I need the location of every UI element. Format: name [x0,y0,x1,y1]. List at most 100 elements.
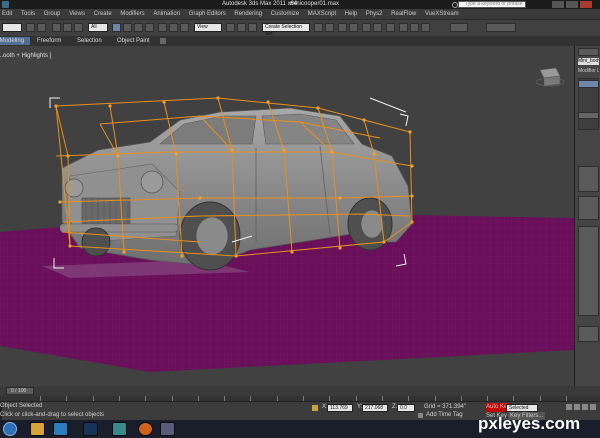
graphite-toggle-icon[interactable] [349,23,358,32]
prev-frame-icon[interactable] [574,404,580,410]
redo-icon[interactable] [37,23,46,32]
taskbar-app-icon[interactable] [160,422,175,436]
tab-graphite-modeling[interactable]: Graphite Modeling Tools [0,37,30,45]
command-panel: Mini_body Modifier List [574,46,600,402]
menu-item-views[interactable]: Views [69,10,85,19]
schematic-view-icon[interactable] [373,23,382,32]
viewcube[interactable] [535,67,565,87]
auto-key-selection-dropdown[interactable]: Selected [506,404,538,412]
menu-item-animation[interactable]: Animation [153,10,180,19]
material-editor-icon[interactable] [386,23,395,32]
rollout-set-points[interactable] [578,326,599,342]
window-crossing-icon[interactable] [145,23,154,32]
x-coordinate-field[interactable]: 113.769 [327,404,353,412]
menu-item-edit[interactable]: Edit [2,10,12,19]
menu-item-realflow[interactable]: RealFlow [391,10,416,19]
minimize-button[interactable] [552,1,564,8]
pivot-icon[interactable] [226,23,235,32]
pxleyes-watermark: pxleyes.com [478,414,581,433]
stack-item-editable[interactable] [578,112,599,119]
explorer-icon[interactable] [30,422,45,436]
search-icon[interactable] [452,2,458,8]
menu-item-customize[interactable]: Customize [271,10,299,19]
tab-freeform[interactable]: Freeform [34,37,64,45]
maximize-button[interactable] [566,1,578,8]
menu-item-phys2[interactable]: Phys2 [366,10,383,19]
tab-selection[interactable]: Selection [74,37,105,45]
rollout-control-points[interactable] [578,226,599,316]
close-button[interactable] [580,1,592,8]
start-button-icon[interactable] [3,422,17,436]
scale-icon[interactable] [180,23,189,32]
menu-item-tools[interactable]: Tools [21,10,35,19]
menu-bar: Edit Tools Group Views Create Modifiers … [0,9,600,19]
prompt-line: Click or click-and-drag to select object… [0,412,105,418]
selection-filter-dropdown[interactable]: All [88,23,108,32]
align-icon[interactable] [325,23,334,32]
search-placeholder: Type a keyword or phrase [465,1,523,7]
rotate-icon[interactable] [169,23,178,32]
menu-item-group[interactable]: Group [44,10,61,19]
named-selection-dropdown[interactable]: Create Selection Set [262,23,310,37]
tab-object-paint[interactable]: Object Paint [114,37,153,45]
media-player-icon[interactable] [53,422,68,436]
snap-toggle-icon[interactable] [248,23,257,32]
unlink-icon[interactable] [63,23,72,32]
file-name: minicooper01.max [290,1,340,7]
viewport-scene [0,67,574,372]
object-name-field[interactable]: Mini_body [578,58,599,65]
undo-icon[interactable] [26,23,35,32]
3dsmax-icon[interactable] [112,422,127,436]
next-frame-icon[interactable] [590,404,596,410]
goto-start-icon[interactable] [566,404,572,410]
app-title: Autodesk 3ds Max 2011 x64 [222,1,298,7]
bind-space-warp-icon[interactable] [74,23,83,32]
menu-item-rendering[interactable]: Rendering [234,10,262,19]
render-production-icon[interactable] [421,23,430,32]
vray-render-icon[interactable] [486,23,516,32]
layer-manager-icon[interactable] [338,23,347,32]
time-slider-thumb[interactable]: 0 / 100 [6,387,34,395]
rollout-deform[interactable] [578,196,599,220]
firefox-icon[interactable] [138,422,153,436]
render-setup-icon[interactable] [399,23,408,32]
teapot-render-icon[interactable] [450,23,468,32]
manipulate-icon[interactable] [237,23,246,32]
perspective-viewport[interactable]: ...ooth + Highlights ] [0,46,574,386]
region-select-icon[interactable] [134,23,143,32]
left-dropdown[interactable] [2,23,22,32]
link-icon[interactable] [52,23,61,32]
reference-coord-dropdown[interactable]: View [194,23,222,32]
ribbon-bar: Graphite Modeling Tools Freeform Selecti… [0,36,600,46]
main-toolbar: All View Create Selection Set [0,19,600,37]
select-object-icon[interactable] [112,23,121,32]
panel-tabs[interactable] [578,48,599,56]
select-by-name-icon[interactable] [123,23,132,32]
menu-item-maxscript[interactable]: MAXScript [308,10,336,19]
add-time-tag-icon[interactable] [418,413,423,418]
photoshop-icon[interactable] [83,422,98,436]
selection-status: Object Selected [0,403,43,409]
menu-item-vuexstream[interactable]: VueXStream [425,10,459,19]
add-time-tag[interactable]: Add Time Tag [426,411,463,420]
y-coordinate-field[interactable]: 217.068 [362,404,388,412]
move-icon[interactable] [158,23,167,32]
menu-list: Edit Tools Group Views Create Modifiers … [2,10,466,19]
play-icon[interactable] [582,404,588,410]
rollout-display[interactable] [578,166,599,192]
menu-item-help[interactable]: Help [345,10,357,19]
menu-item-modifiers[interactable]: Modifiers [120,10,144,19]
menu-item-graph-editors[interactable]: Graph Editors [189,10,226,19]
z-coordinate-field[interactable]: 0.0 [397,404,415,412]
lock-selection-icon[interactable] [312,405,318,411]
mirror-icon[interactable] [314,23,323,32]
modifier-list-dropdown[interactable]: Modifier List [578,68,599,75]
stack-item-ffd[interactable] [578,80,599,88]
app-logo-icon[interactable] [2,1,9,8]
curve-editor-icon[interactable] [362,23,371,32]
ribbon-options-icon[interactable] [160,38,166,44]
time-slider[interactable]: 0 / 100 [0,386,600,396]
rendered-frame-icon[interactable] [410,23,419,32]
menu-item-create[interactable]: Create [94,10,112,19]
search-box[interactable]: Type a keyword or phrase [458,1,526,8]
